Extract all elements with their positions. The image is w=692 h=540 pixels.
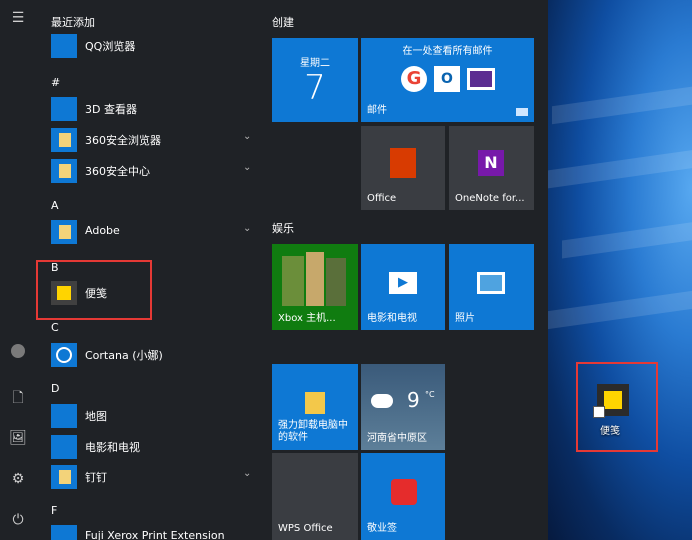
uninstall-label: 强力卸载电脑中的软件	[278, 420, 348, 443]
office-tile[interactable]: Office	[361, 126, 445, 210]
movies-label: 电影和电视	[367, 313, 417, 324]
folder-icon	[51, 128, 77, 152]
wps-tile[interactable]: WPS Office	[272, 453, 358, 540]
app-list-item-label: 3D 查看器	[85, 103, 137, 116]
app-list-item-label: Cortana (小娜)	[85, 349, 163, 362]
app-list-item[interactable]: 电影和电视	[51, 435, 259, 459]
cube-icon	[51, 97, 77, 121]
app-list-item-label: Adobe	[85, 224, 120, 237]
weather-temp: 9	[407, 388, 420, 412]
chevron-down-icon[interactable]: ⌄	[243, 468, 251, 479]
photos-label: 照片	[455, 313, 475, 324]
sign-tile[interactable]: 敬业签	[361, 453, 445, 540]
section-header[interactable]: A	[51, 199, 59, 212]
yahoo-mail-icon	[467, 68, 495, 90]
pictures-icon[interactable]: 🖼	[8, 428, 28, 448]
group-entertainment: 娱乐	[272, 222, 294, 235]
app-list-item[interactable]: 360安全浏览器 ⌄	[51, 128, 259, 152]
chevron-down-icon[interactable]: ⌄	[243, 131, 251, 142]
weather-unit: °C	[425, 390, 435, 399]
uninstall-icon	[305, 392, 325, 414]
folder-icon	[51, 159, 77, 183]
app-list-item[interactable]: Cortana (小娜)	[51, 343, 259, 367]
weather-tile[interactable]: 9 °C 河南省中原区	[361, 364, 445, 450]
app-list-item-label: 360安全中心	[85, 165, 150, 178]
app-list-item[interactable]: 3D 查看器	[51, 97, 259, 121]
onenote-icon: N	[478, 150, 504, 176]
power-icon[interactable]: ⏻	[8, 510, 28, 530]
movies-icon	[51, 435, 77, 459]
sign-label: 敬业签	[367, 523, 397, 534]
app-list-item[interactable]: 钉钉 ⌄	[51, 465, 259, 489]
office-label: Office	[367, 193, 397, 204]
section-header[interactable]: #	[51, 76, 60, 89]
cloud-icon	[371, 394, 393, 408]
desktop-wallpaper	[548, 0, 692, 540]
xbox-tile[interactable]: Xbox 主机...	[272, 244, 358, 330]
highlight-box-list	[36, 260, 152, 320]
app-list-item[interactable]: QQ浏览器	[51, 34, 259, 58]
folder-icon	[51, 220, 77, 244]
google-icon: G	[401, 66, 427, 92]
app-list-item-label: 地图	[85, 410, 107, 423]
mail-title: 在一处查看所有邮件	[402, 46, 493, 57]
mail-envelope-icon	[516, 108, 528, 116]
desktop-shortcut-label: 便笺	[600, 426, 620, 437]
sign-icon	[391, 479, 417, 505]
settings-icon[interactable]: ⚙	[8, 469, 28, 489]
app-list-item[interactable]: 地图	[51, 404, 259, 428]
desktop-sticky-notes-shortcut[interactable]	[593, 382, 633, 422]
photos-tile[interactable]: 照片	[449, 244, 534, 330]
document-icon[interactable]: 🗋	[8, 388, 28, 408]
app-list-item-label: QQ浏览器	[85, 40, 136, 53]
section-header[interactable]: D	[51, 382, 59, 395]
group-create: 创建	[272, 16, 294, 29]
app-list-item-label: 钉钉	[85, 471, 107, 484]
folder-icon	[51, 465, 77, 489]
app-list-item-label: 电影和电视	[85, 441, 140, 454]
app-list-item-label: Fuji Xerox Print Extension	[85, 529, 225, 540]
start-rail: ☰ 🗋 🖼 ⚙ ⏻	[0, 0, 36, 540]
uninstall-tile[interactable]: 强力卸载电脑中的软件	[272, 364, 358, 450]
user-icon[interactable]	[8, 344, 28, 364]
movies-icon: ▶	[389, 272, 417, 294]
hamburger-icon[interactable]: ☰	[8, 8, 28, 28]
print-icon	[51, 525, 77, 540]
cortana-icon	[51, 343, 77, 367]
xbox-label: Xbox 主机...	[278, 313, 336, 324]
section-header[interactable]: F	[51, 504, 57, 517]
maps-icon	[51, 404, 77, 428]
shortcut-arrow-icon	[593, 406, 605, 418]
app-list-item-label: 360安全浏览器	[85, 134, 161, 147]
movies-tile[interactable]: ▶ 电影和电视	[361, 244, 445, 330]
app-list-item[interactable]: Adobe ⌄	[51, 220, 259, 244]
recent-header: 最近添加	[51, 16, 95, 29]
wps-label: WPS Office	[278, 523, 333, 534]
outlook-icon: O	[434, 66, 460, 92]
app-list-item[interactable]: Fuji Xerox Print Extension	[51, 525, 259, 540]
calendar-weekday: 星期二	[300, 58, 330, 69]
onenote-tile[interactable]: N OneNote for...	[449, 126, 534, 210]
chevron-down-icon[interactable]: ⌄	[243, 162, 251, 173]
mail-label: 邮件	[367, 105, 387, 116]
photos-icon	[477, 272, 505, 294]
office-icon	[390, 148, 416, 178]
app-list-item[interactable]: 360安全中心 ⌄	[51, 159, 259, 183]
qq-browser-icon	[51, 34, 77, 58]
onenote-label: OneNote for...	[455, 193, 525, 204]
calendar-tile[interactable]: 星期二 7	[272, 38, 358, 122]
calendar-day: 7	[304, 68, 326, 108]
weather-city: 河南省中原区	[367, 433, 427, 444]
section-header[interactable]: C	[51, 321, 59, 334]
tile-area: 创建 星期二 7 在一处查看所有邮件 G O 邮件 Office N OneNo…	[262, 0, 548, 540]
mail-tile[interactable]: 在一处查看所有邮件 G O 邮件	[361, 38, 534, 122]
chevron-down-icon[interactable]: ⌄	[243, 223, 251, 234]
